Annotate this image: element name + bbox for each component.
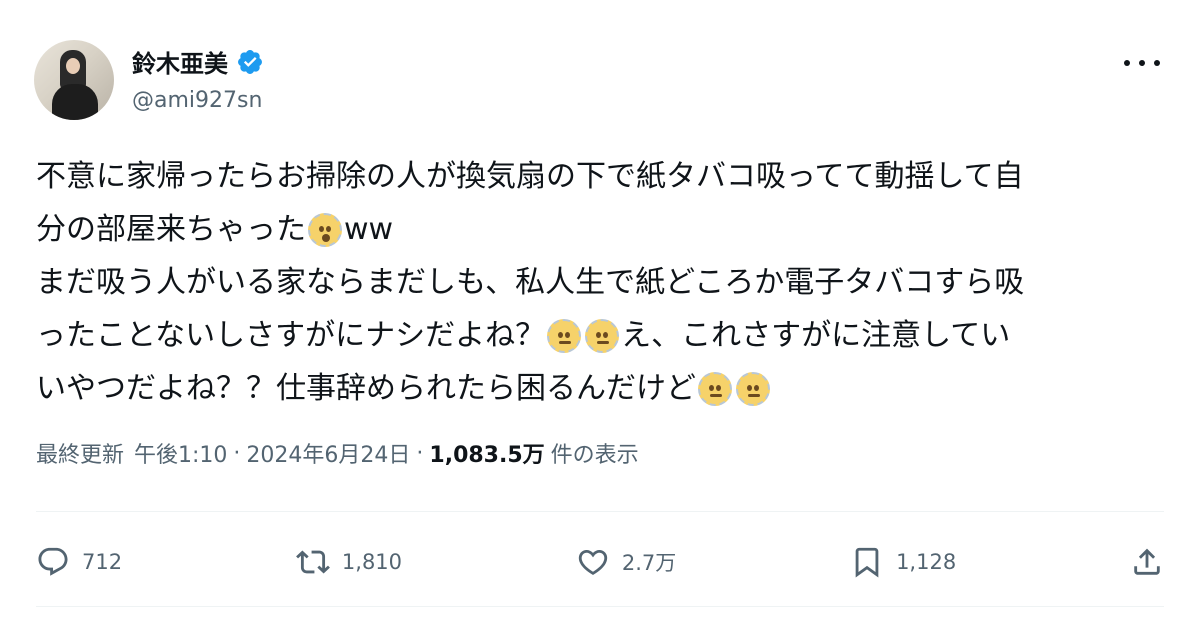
tweet-text-line: 分の部屋来ちゃった ww	[36, 203, 1166, 256]
avatar-body	[52, 84, 98, 120]
tweet-text-line: まだ吸う人がいる家ならまだしも、私人生で紙どころか電子タバコすら吸	[36, 256, 1166, 309]
tweet-text-line: 不意に家帰ったらお掃除の人が換気扇の下で紙タバコ吸ってて動揺して自	[36, 150, 1166, 203]
user-display-name[interactable]: 鈴木亜美	[132, 44, 228, 79]
neutral-face-emoji-icon	[698, 371, 732, 406]
tweet-meta: 最終更新 午後1:10 · 2024年6月24日 · 1,083.5万 件の表示	[36, 437, 639, 469]
retweet-icon	[296, 550, 330, 574]
heart-icon	[578, 549, 608, 575]
neutral-face-emoji-icon	[736, 371, 770, 406]
more-options-icon[interactable]	[1124, 58, 1160, 68]
reply-icon	[38, 547, 68, 576]
tweet-text-line: いやつだよね？？仕事辞められたら困るんだけど	[36, 362, 1166, 415]
share-icon	[1134, 548, 1160, 575]
tweet-text: 不意に家帰ったらお掃除の人が換気扇の下で紙タバコ吸ってて動揺して自 分の部屋来ちゃ…	[36, 150, 1166, 415]
avatar-face	[66, 58, 80, 74]
meta-separator: ·	[416, 440, 424, 466]
retweet-count: 1,810	[341, 550, 403, 574]
neutral-face-emoji-icon	[585, 318, 620, 353]
tweet-text-segment: まだ吸う人がいる家ならまだしも、私人生で紙どころか電子タバコすら吸	[36, 265, 1025, 300]
action-bar: 712 1,810 2.7万 1,128	[36, 530, 1164, 594]
divider	[36, 511, 1164, 512]
tweet-text-line: ったことないしさすがにナシだよね？ え、これさすがに注意してい	[36, 309, 1166, 362]
like-count: 2.7万	[621, 551, 677, 575]
user-name-row: 鈴木亜美	[132, 44, 264, 79]
user-handle[interactable]: @ami927sn	[132, 88, 262, 113]
surprised-face-emoji-icon	[308, 212, 342, 247]
retweet-button[interactable]: 1,810	[296, 545, 402, 579]
like-button[interactable]: 2.7万	[576, 545, 676, 579]
tweet-text-segment: ww	[344, 212, 394, 247]
tweet-date[interactable]: 2024年6月24日	[246, 437, 410, 469]
reply-count: 712	[82, 550, 123, 574]
view-count: 1,083.5万	[429, 443, 545, 468]
tweet-time[interactable]: 午後1:10	[134, 437, 227, 469]
bookmark-icon	[855, 547, 879, 578]
share-button[interactable]	[1130, 545, 1164, 579]
view-count-label: 件の表示	[550, 443, 639, 468]
divider	[36, 606, 1164, 607]
bookmark-count: 1,128	[896, 550, 957, 574]
tweet-text-segment: え、これさすがに注意してい	[621, 318, 1011, 353]
verified-badge-icon	[238, 49, 262, 74]
reply-button[interactable]: 712	[36, 545, 122, 579]
tweet-text-segment: 分の部屋来ちゃった	[36, 212, 306, 247]
updated-label: 最終更新	[36, 443, 125, 468]
meta-separator: ·	[233, 440, 241, 466]
tweet-text-segment: 不意に家帰ったらお掃除の人が換気扇の下で紙タバコ吸ってて動揺して自	[36, 159, 1024, 194]
tweet-text-segment: ったことないしさすがにナシだよね？	[36, 318, 546, 353]
avatar[interactable]	[34, 40, 114, 120]
neutral-face-emoji-icon	[547, 318, 582, 353]
tweet-text-segment: いやつだよね？？仕事辞められたら困るんだけど	[36, 371, 696, 406]
bookmark-button[interactable]: 1,128	[850, 545, 956, 579]
